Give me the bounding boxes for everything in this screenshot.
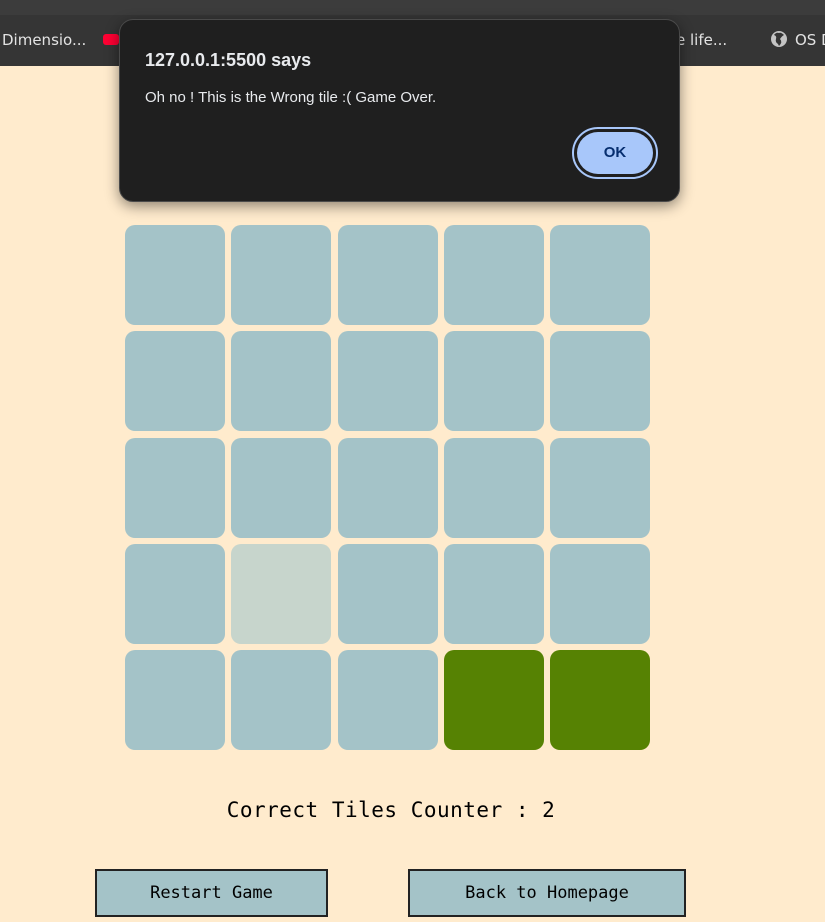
counter-value: 2 <box>542 798 556 822</box>
tile-default[interactable] <box>338 225 438 325</box>
alert-origin-title: 127.0.0.1:5500 says <box>145 50 312 70</box>
counter-label: Correct Tiles Counter : <box>226 798 543 822</box>
tile-default[interactable] <box>231 225 331 325</box>
tile-default[interactable] <box>231 438 331 538</box>
bookmark-item-youtube[interactable] <box>103 15 119 66</box>
restart-game-button[interactable]: Restart Game <box>95 869 328 917</box>
tile-grid <box>125 225 650 750</box>
tile-default[interactable] <box>125 650 225 750</box>
alert-dialog: 127.0.0.1:5500 says Oh no ! This is the … <box>119 19 680 202</box>
tile-default[interactable] <box>125 331 225 431</box>
tile-default[interactable] <box>444 544 544 644</box>
alert-message: Oh no ! This is the Wrong tile :( Game O… <box>145 89 437 106</box>
tile-default[interactable] <box>444 438 544 538</box>
bookmark-item[interactable]: e life... <box>676 15 727 66</box>
tile-default[interactable] <box>125 225 225 325</box>
tile-default[interactable] <box>550 438 650 538</box>
ok-button[interactable]: OK <box>572 127 658 179</box>
globe-icon <box>771 30 787 47</box>
tile-default[interactable] <box>231 331 331 431</box>
tile-default[interactable] <box>550 544 650 644</box>
tile-wrong[interactable] <box>231 544 331 644</box>
tile-correct[interactable] <box>550 650 650 750</box>
tile-default[interactable] <box>125 544 225 644</box>
tile-default[interactable] <box>338 438 438 538</box>
tile-default[interactable] <box>338 331 438 431</box>
tile-default[interactable] <box>444 331 544 431</box>
tile-default[interactable] <box>125 438 225 538</box>
tile-default[interactable] <box>338 544 438 644</box>
tile-default[interactable] <box>338 650 438 750</box>
browser-tab-strip <box>0 0 825 15</box>
tile-default[interactable] <box>550 331 650 431</box>
correct-tiles-counter: Correct Tiles Counter : 2 <box>0 798 782 822</box>
tile-correct[interactable] <box>444 650 544 750</box>
bookmark-label: OS D <box>795 31 825 49</box>
tile-default[interactable] <box>231 650 331 750</box>
back-to-homepage-button[interactable]: Back to Homepage <box>408 869 686 917</box>
ok-button-label: OK <box>577 132 653 174</box>
tile-default[interactable] <box>444 225 544 325</box>
tile-default[interactable] <box>550 225 650 325</box>
bookmark-item[interactable]: OS D <box>770 15 825 66</box>
youtube-icon <box>103 33 119 45</box>
bookmark-item[interactable]: Dimensio... <box>2 15 86 66</box>
